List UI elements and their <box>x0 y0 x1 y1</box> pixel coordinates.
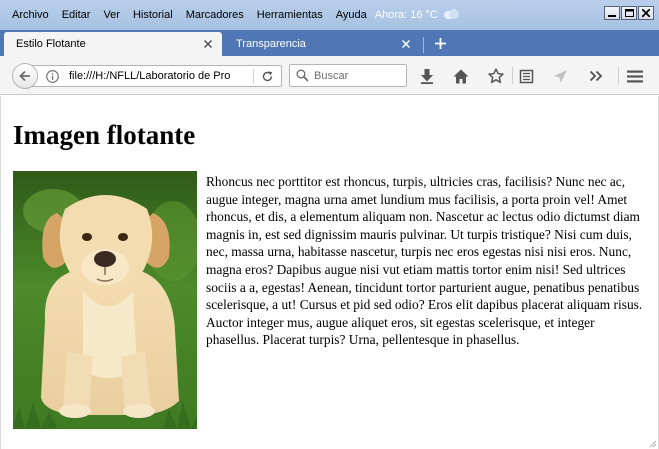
star-icon <box>488 68 504 84</box>
send-icon <box>553 69 567 83</box>
menu-ver[interactable]: Ver <box>98 7 125 23</box>
menu-bar: Archivo Editar Ver Historial Marcadores … <box>0 0 659 30</box>
bookmark-button[interactable] <box>487 67 505 85</box>
page-content: Imagen flotante Rhoncus nec porttitor es… <box>0 96 659 449</box>
cloud-icon <box>442 9 460 21</box>
minimize-button[interactable] <box>604 6 620 20</box>
menu-editar[interactable]: Editar <box>57 7 96 23</box>
tab-label: Transparencia <box>236 38 306 50</box>
search-bar[interactable] <box>289 64 407 87</box>
tab-transparencia[interactable]: Transparencia <box>224 32 420 56</box>
menu-marcadores[interactable]: Marcadores <box>181 7 249 23</box>
download-button[interactable] <box>418 67 436 85</box>
tab-estilo-flotante[interactable]: Estilo Flotante <box>4 32 222 56</box>
info-icon[interactable] <box>46 70 59 83</box>
maximize-icon <box>624 9 634 17</box>
download-icon <box>421 68 433 84</box>
overflow-menu-button[interactable] <box>587 67 605 85</box>
close-icon <box>204 40 212 48</box>
navigation-toolbar: file:///H:/NFLL/Laboratorio de Pro <box>0 56 659 95</box>
close-window-button[interactable] <box>638 6 654 20</box>
weather-widget[interactable]: Ahora: 16 °C <box>375 9 460 21</box>
url-bar[interactable]: file:///H:/NFLL/Laboratorio de Pro <box>30 65 282 87</box>
menu-archivo[interactable]: Archivo <box>7 7 54 23</box>
window-controls <box>604 6 654 20</box>
tab-separator <box>423 37 424 53</box>
menu-herramientas[interactable]: Herramientas <box>252 7 328 23</box>
tab-close-button[interactable] <box>202 38 214 50</box>
close-icon <box>402 40 410 48</box>
home-icon <box>453 69 469 83</box>
home-button[interactable] <box>452 67 470 85</box>
maximize-button[interactable] <box>621 6 637 20</box>
url-separator <box>253 69 254 84</box>
tab-close-button[interactable] <box>400 38 412 50</box>
toolbar-separator <box>618 67 619 84</box>
menu-historial[interactable]: Historial <box>128 7 178 23</box>
new-tab-button[interactable] <box>431 34 449 52</box>
article-paragraph: Rhoncus nec porttitor est rhoncus, turpi… <box>206 174 643 348</box>
search-icon <box>296 69 309 82</box>
resize-grip-icon[interactable] <box>649 440 657 448</box>
reload-icon[interactable] <box>261 70 274 83</box>
dog-photo <box>13 171 197 429</box>
tab-strip: Estilo Flotante Transparencia <box>0 30 659 56</box>
close-icon <box>642 9 650 17</box>
tab-label: Estilo Flotante <box>16 38 86 50</box>
search-input[interactable] <box>314 68 402 83</box>
back-arrow-icon <box>19 70 30 82</box>
weather-text: Ahora: 16 °C <box>374 9 438 21</box>
reading-list-icon <box>519 69 533 83</box>
double-chevron-right-icon <box>589 70 603 82</box>
url-text[interactable]: file:///H:/NFLL/Laboratorio de Pro <box>69 70 251 82</box>
menu-ayuda[interactable]: Ayuda <box>331 7 372 23</box>
reading-list-button[interactable] <box>517 67 535 85</box>
hamburger-menu-icon <box>627 70 643 82</box>
share-button[interactable] <box>551 67 569 85</box>
plus-icon <box>434 37 446 49</box>
toolbar-separator <box>512 67 513 84</box>
minimize-icon <box>608 15 616 17</box>
back-button[interactable] <box>12 63 38 89</box>
page-title: Imagen flotante <box>13 120 196 150</box>
open-menu-button[interactable] <box>626 67 644 85</box>
